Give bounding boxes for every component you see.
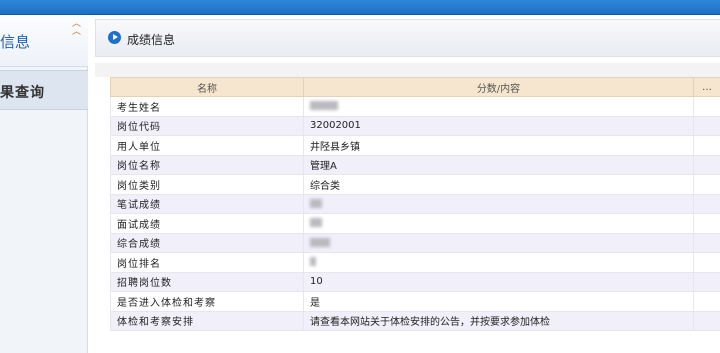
table-row: 招聘岗位数 10 bbox=[110, 271, 720, 292]
row-value bbox=[303, 252, 694, 273]
value-text: 管理A bbox=[310, 161, 337, 173]
sidebar-item-label: 果查询 bbox=[0, 85, 45, 101]
row-extra bbox=[693, 193, 720, 214]
value-text: 综合类 bbox=[310, 180, 340, 192]
row-value: 10 bbox=[303, 271, 694, 292]
row-label: 岗位类别 bbox=[110, 174, 304, 195]
row-value bbox=[303, 193, 694, 214]
table-row: 岗位类别 综合类 bbox=[110, 174, 720, 195]
row-label: 用人单位 bbox=[110, 135, 304, 156]
score-table: 名称 分数/内容 … 考生姓名 岗位代码 32002001 用人单位 井陉县乡镇 岗位名称… bbox=[110, 77, 720, 331]
row-label: 综合成绩 bbox=[110, 232, 304, 253]
table-row: 岗位排名 bbox=[110, 252, 720, 273]
table-row: 面试成绩 bbox=[110, 213, 720, 234]
value-text: 是 bbox=[310, 297, 320, 309]
table-row: 综合成绩 bbox=[110, 232, 720, 253]
row-extra bbox=[693, 291, 720, 312]
row-label: 是否进入体检和考察 bbox=[110, 291, 304, 312]
row-extra bbox=[693, 213, 720, 234]
table-row: 岗位名称 管理A bbox=[110, 154, 720, 175]
row-label: 岗位代码 bbox=[110, 115, 304, 136]
row-value: 32002001 bbox=[303, 115, 694, 136]
row-extra bbox=[693, 271, 720, 292]
sidebar-section-header[interactable]: 信息 ︿ ︿ bbox=[0, 15, 88, 67]
row-value: 综合类 bbox=[303, 174, 694, 195]
table-row: 岗位代码 32002001 bbox=[110, 115, 720, 136]
row-value: 请查看本网站关于体检安排的公告，并按要求参加体检 bbox=[303, 310, 694, 331]
row-label: 岗位名称 bbox=[110, 154, 304, 175]
row-value: 井陉县乡镇 bbox=[303, 135, 694, 156]
table-row: 用人单位 井陉县乡镇 bbox=[110, 135, 720, 156]
table-row: 考生姓名 bbox=[110, 96, 720, 117]
table-row: 是否进入体检和考察是 bbox=[110, 291, 720, 312]
panel-header: 成绩信息 bbox=[95, 19, 720, 57]
row-extra bbox=[693, 96, 720, 117]
row-value bbox=[303, 232, 694, 253]
double-chevron-up-icon[interactable]: ︿ ︿ bbox=[72, 20, 81, 37]
column-header-value: 分数/内容 bbox=[303, 77, 694, 97]
redacted-value bbox=[310, 218, 322, 228]
redacted-value bbox=[310, 237, 330, 247]
row-label: 招聘岗位数 bbox=[110, 271, 304, 292]
row-label: 岗位排名 bbox=[110, 252, 304, 273]
table-row: 体检和考察安排 请查看本网站关于体检安排的公告，并按要求参加体检 bbox=[110, 310, 720, 331]
sidebar-section-title: 信息 bbox=[0, 33, 31, 51]
row-value bbox=[303, 213, 694, 234]
row-extra bbox=[693, 135, 720, 156]
main-panel: 成绩信息 名称 分数/内容 … 考生姓名 岗位代码 32002001 用人单位 井陉县乡… bbox=[95, 15, 720, 353]
value-text: 32002001 bbox=[310, 120, 361, 132]
redacted-value bbox=[310, 257, 316, 267]
row-extra bbox=[693, 154, 720, 175]
value-text: 请查看本网站关于体检安排的公告，并按要求参加体检 bbox=[310, 317, 550, 329]
play-circle-icon bbox=[108, 31, 121, 44]
sidebar: 信息 ︿ ︿ 果查询 bbox=[0, 15, 88, 353]
sidebar-item-query[interactable]: 果查询 bbox=[0, 70, 88, 110]
row-label: 笔试成绩 bbox=[110, 193, 304, 214]
page-title: 成绩信息 bbox=[127, 33, 176, 47]
row-extra bbox=[693, 310, 720, 331]
top-bar bbox=[0, 0, 720, 15]
row-extra bbox=[693, 174, 720, 195]
row-value: 管理A bbox=[303, 154, 694, 175]
row-label: 面试成绩 bbox=[110, 213, 304, 234]
row-label: 考生姓名 bbox=[110, 96, 304, 117]
row-value bbox=[303, 96, 694, 117]
table-header-row: 名称 分数/内容 … bbox=[110, 77, 720, 97]
row-extra bbox=[693, 232, 720, 253]
row-extra bbox=[693, 115, 720, 136]
column-header-name: 名称 bbox=[110, 77, 304, 97]
row-extra bbox=[693, 252, 720, 273]
column-header-extra: … bbox=[693, 77, 720, 97]
spacer bbox=[95, 63, 720, 77]
row-value: 是 bbox=[303, 291, 694, 312]
redacted-value bbox=[310, 101, 338, 111]
row-label: 体检和考察安排 bbox=[110, 310, 304, 331]
value-text: 井陉县乡镇 bbox=[310, 141, 360, 153]
table-row: 笔试成绩 bbox=[110, 193, 720, 214]
redacted-value bbox=[310, 198, 322, 208]
value-text: 10 bbox=[310, 276, 323, 288]
